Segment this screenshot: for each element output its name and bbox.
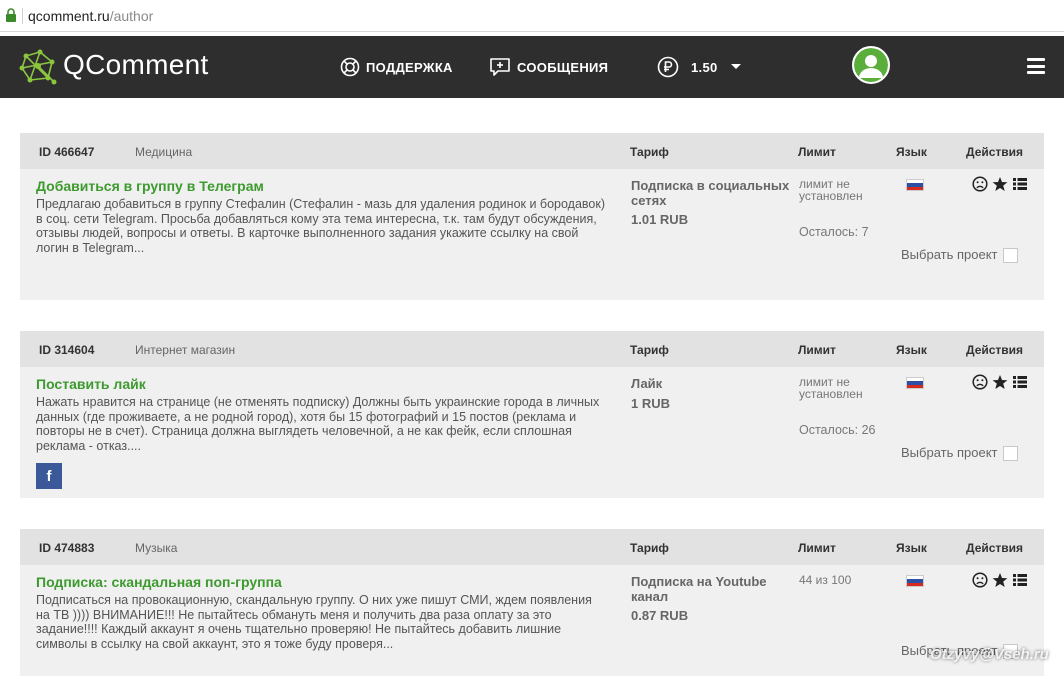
messages-link[interactable]: СООБЩЕНИЯ	[489, 55, 608, 79]
star-icon[interactable]	[992, 374, 1008, 390]
russia-flag-icon	[906, 575, 924, 587]
limit-value: лимит не установлен	[799, 375, 863, 401]
url-host: qcomment.ru	[28, 8, 110, 24]
task-card: ID 474883 Музыка Тариф Лимит Язык Действ…	[20, 529, 1044, 676]
menu-icon[interactable]	[1027, 58, 1045, 74]
task-category: Интернет магазин	[135, 343, 236, 357]
limit-value: лимит не установлен	[799, 177, 863, 203]
list-icon[interactable]	[1012, 176, 1028, 192]
limit-value: 44 из 100	[799, 573, 852, 587]
task-title-link[interactable]: Подписка: скандальная поп-группа	[36, 574, 282, 590]
remaining-count: Осталось: 26	[799, 423, 876, 437]
address-separator	[22, 8, 23, 24]
remaining-count: Осталось: 7	[799, 225, 869, 239]
language-header: Язык	[896, 541, 927, 555]
task-actions	[972, 374, 1028, 390]
task-id: ID 466647	[39, 145, 95, 159]
task-id: ID 474883	[39, 541, 95, 555]
tariff-price: 0.87 RUB	[631, 608, 689, 623]
card-header: ID 314604 Интернет магазин Тариф Лимит Я…	[20, 331, 1044, 367]
list-icon[interactable]	[1012, 374, 1028, 390]
tariff-header: Тариф	[630, 343, 669, 357]
card-header: ID 474883 Музыка Тариф Лимит Язык Действ…	[20, 529, 1044, 565]
russia-flag-icon	[906, 377, 924, 389]
logo-icon[interactable]	[18, 46, 58, 86]
sad-face-icon[interactable]	[972, 176, 988, 192]
support-link[interactable]: ПОДДЕРЖКА	[340, 55, 453, 79]
brand-name[interactable]: QComment	[63, 49, 209, 81]
sad-face-icon[interactable]	[972, 572, 988, 588]
limit-header: Лимит	[798, 343, 836, 357]
choose-project-label: Выбрать проект	[901, 247, 998, 262]
language-header: Язык	[896, 343, 927, 357]
ruble-icon	[657, 56, 679, 78]
task-id: ID 314604	[39, 343, 95, 357]
language-header: Язык	[896, 145, 927, 159]
task-title-link[interactable]: Поставить лайк	[36, 376, 146, 392]
balance-dropdown[interactable]: 1.50	[657, 55, 748, 79]
support-label: ПОДДЕРЖКА	[366, 59, 453, 75]
choose-project-checkbox[interactable]	[1003, 446, 1018, 461]
tariff-header: Тариф	[630, 541, 669, 555]
task-title-link[interactable]: Добавиться в группу в Телеграм	[36, 178, 264, 194]
url-text[interactable]: qcomment.ru/author	[28, 8, 153, 24]
limit-header: Лимит	[798, 145, 836, 159]
tariff-name: Подписка на Youtube канал	[631, 574, 767, 604]
lock-icon	[6, 8, 16, 22]
card-header: ID 466647 Медицина Тариф Лимит Язык Дейс…	[20, 133, 1044, 169]
tariff-price: 1.01 RUB	[631, 212, 689, 227]
star-icon[interactable]	[992, 176, 1008, 192]
tariff-price: 1 RUB	[631, 396, 671, 411]
messages-label: СООБЩЕНИЯ	[517, 59, 609, 75]
messages-icon	[490, 58, 510, 76]
task-actions	[972, 572, 1028, 588]
limit-header: Лимит	[798, 541, 836, 555]
tariff-header: Тариф	[630, 145, 669, 159]
russia-flag-icon	[906, 179, 924, 191]
tariff-name: Подписка в социальных сетях	[631, 178, 790, 208]
task-description: Нажать нравится на странице (не отменять…	[36, 395, 600, 453]
actions-header: Действия	[966, 541, 1024, 555]
choose-project-label: Выбрать проект	[901, 445, 998, 460]
actions-header: Действия	[966, 343, 1024, 357]
task-card: ID 314604 Интернет магазин Тариф Лимит Я…	[20, 331, 1044, 498]
facebook-icon[interactable]: f	[36, 463, 62, 489]
list-icon[interactable]	[1012, 572, 1028, 588]
tariff-name: Лайк	[631, 376, 663, 391]
task-category: Медицина	[135, 145, 193, 159]
chevron-down-icon	[730, 64, 741, 69]
user-icon	[854, 48, 888, 82]
address-bar[interactable]: qcomment.ru/author	[0, 0, 1064, 32]
page: qcomment.ru/author QComment ПОДДЕРЖКА СО…	[0, 0, 1064, 676]
support-icon	[340, 57, 360, 77]
avatar[interactable]	[852, 46, 890, 84]
task-description: Подписаться на провокационную, скандальн…	[36, 593, 592, 651]
task-actions	[972, 176, 1028, 192]
balance-value: 1.50	[691, 59, 718, 75]
sad-face-icon[interactable]	[972, 374, 988, 390]
choose-project-checkbox[interactable]	[1003, 248, 1018, 263]
site-header: QComment ПОДДЕРЖКА СООБЩЕНИЯ 1.50	[0, 36, 1064, 98]
task-card: ID 466647 Медицина Тариф Лимит Язык Дейс…	[20, 133, 1044, 300]
task-category: Музыка	[135, 541, 178, 555]
task-description: Предлагаю добавиться в группу Стефалин (…	[36, 197, 605, 255]
url-path: /author	[109, 8, 154, 24]
actions-header: Действия	[966, 145, 1024, 159]
watermark: Otzyvy@Vseh.ru	[930, 646, 1049, 663]
star-icon[interactable]	[992, 572, 1008, 588]
